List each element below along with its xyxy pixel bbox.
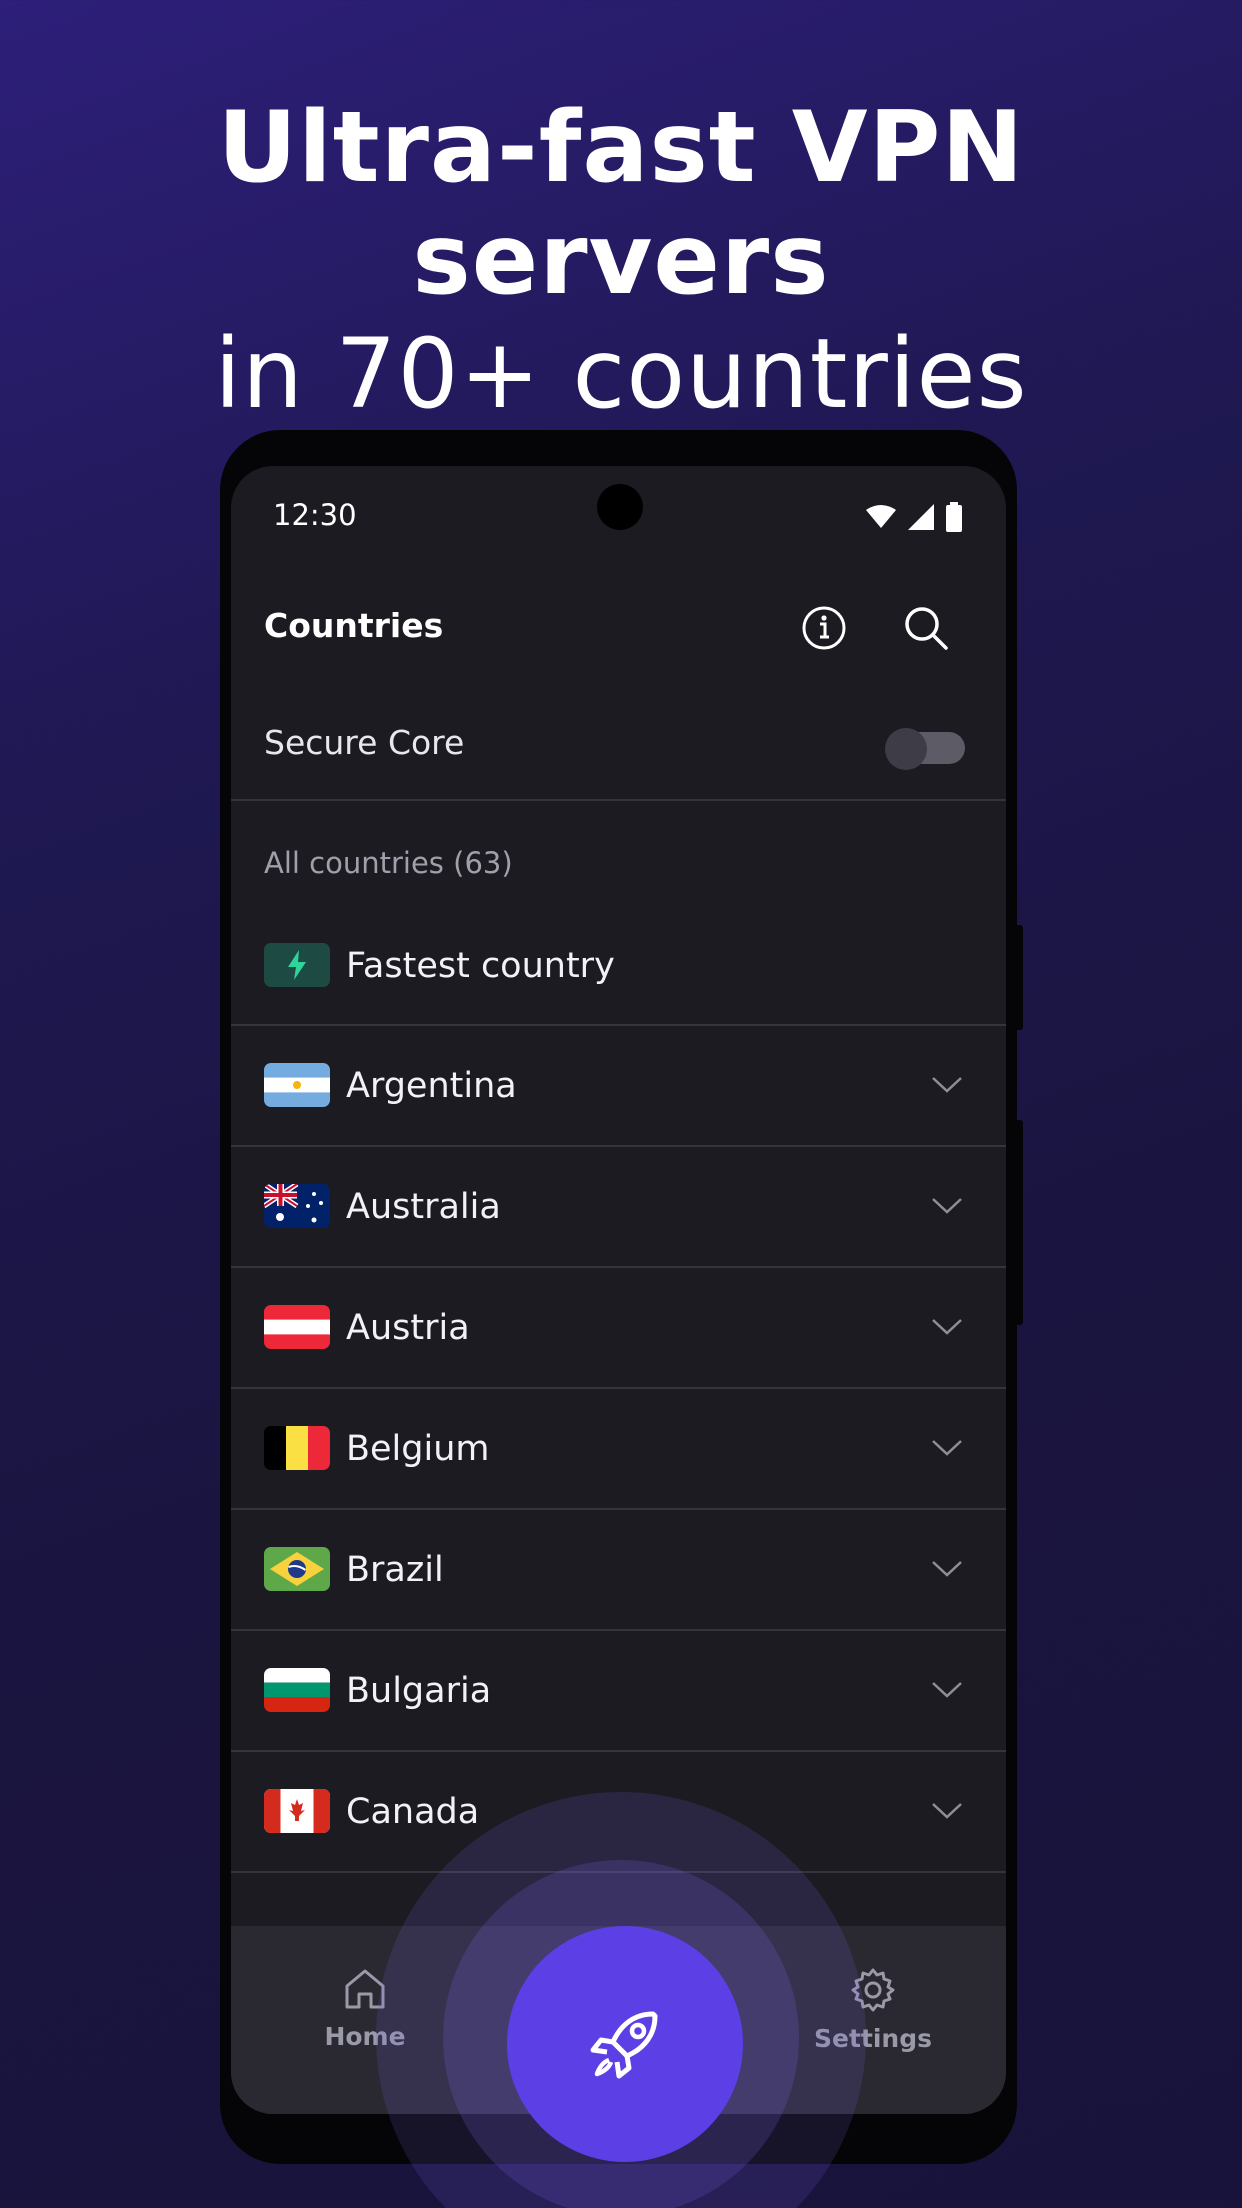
search-icon	[905, 607, 948, 650]
chevron-down-icon[interactable]	[931, 1076, 963, 1094]
headline: Ultra-fast VPN servers in 70+ countries	[0, 92, 1242, 432]
wifi-icon	[866, 505, 896, 528]
country-row-belgium[interactable]: Belgium	[231, 1389, 1006, 1510]
status-time: 12:30	[273, 498, 357, 532]
front-camera	[597, 484, 643, 530]
chevron-down-icon[interactable]	[931, 1439, 963, 1457]
chevron-down-icon[interactable]	[931, 1197, 963, 1215]
secure-core-label: Secure Core	[264, 723, 465, 762]
info-button[interactable]	[794, 598, 854, 658]
lightning-icon	[264, 943, 330, 987]
search-button[interactable]	[896, 598, 956, 658]
flag-brazil-icon	[264, 1547, 330, 1591]
headline-line-2: in 70+ countries	[214, 318, 1028, 430]
chevron-down-icon[interactable]	[931, 1318, 963, 1336]
flag-belgium-icon	[264, 1426, 330, 1470]
fastest-country-row[interactable]: Fastest country	[231, 906, 1006, 1026]
page-title: Countries	[264, 606, 444, 645]
status-icons	[866, 502, 962, 532]
country-name: Bulgaria	[346, 1671, 492, 1711]
quick-connect-button[interactable]	[507, 1926, 743, 2162]
all-countries-label: All countries (63)	[264, 846, 513, 880]
country-name: Belgium	[346, 1429, 490, 1469]
country-name: Austria	[346, 1308, 470, 1348]
country-row-austria[interactable]: Austria	[231, 1268, 1006, 1389]
flag-argentina-icon	[264, 1063, 330, 1107]
phone-power-button	[1015, 925, 1023, 1030]
flag-canada-icon	[264, 1789, 330, 1833]
country-list: Fastest country Argentina Australia Aust…	[231, 906, 1006, 1873]
fastest-country-label: Fastest country	[346, 946, 615, 986]
rocket-icon	[590, 2011, 658, 2079]
country-row-argentina[interactable]: Argentina	[231, 1026, 1006, 1147]
chevron-down-icon[interactable]	[931, 1560, 963, 1578]
country-name: Brazil	[346, 1550, 444, 1590]
secure-core-row: Secure Core	[231, 688, 1006, 801]
battery-icon	[946, 502, 962, 532]
country-row-brazil[interactable]: Brazil	[231, 1510, 1006, 1631]
country-name: Australia	[346, 1187, 501, 1227]
country-name: Argentina	[346, 1066, 517, 1106]
country-row-bulgaria[interactable]: Bulgaria	[231, 1631, 1006, 1752]
headline-line-1: Ultra-fast VPN servers	[217, 91, 1025, 317]
chevron-down-icon[interactable]	[931, 1802, 963, 1820]
country-name: Canada	[346, 1792, 480, 1832]
signal-icon	[908, 504, 934, 530]
country-row-australia[interactable]: Australia	[231, 1147, 1006, 1268]
phone-volume-button	[1015, 1120, 1023, 1325]
toggle-knob	[885, 728, 927, 770]
chevron-down-icon[interactable]	[931, 1681, 963, 1699]
flag-australia-icon	[264, 1184, 330, 1228]
info-icon	[802, 606, 846, 650]
secure-core-toggle[interactable]	[885, 728, 965, 770]
flag-bulgaria-icon	[264, 1668, 330, 1712]
flag-austria-icon	[264, 1305, 330, 1349]
